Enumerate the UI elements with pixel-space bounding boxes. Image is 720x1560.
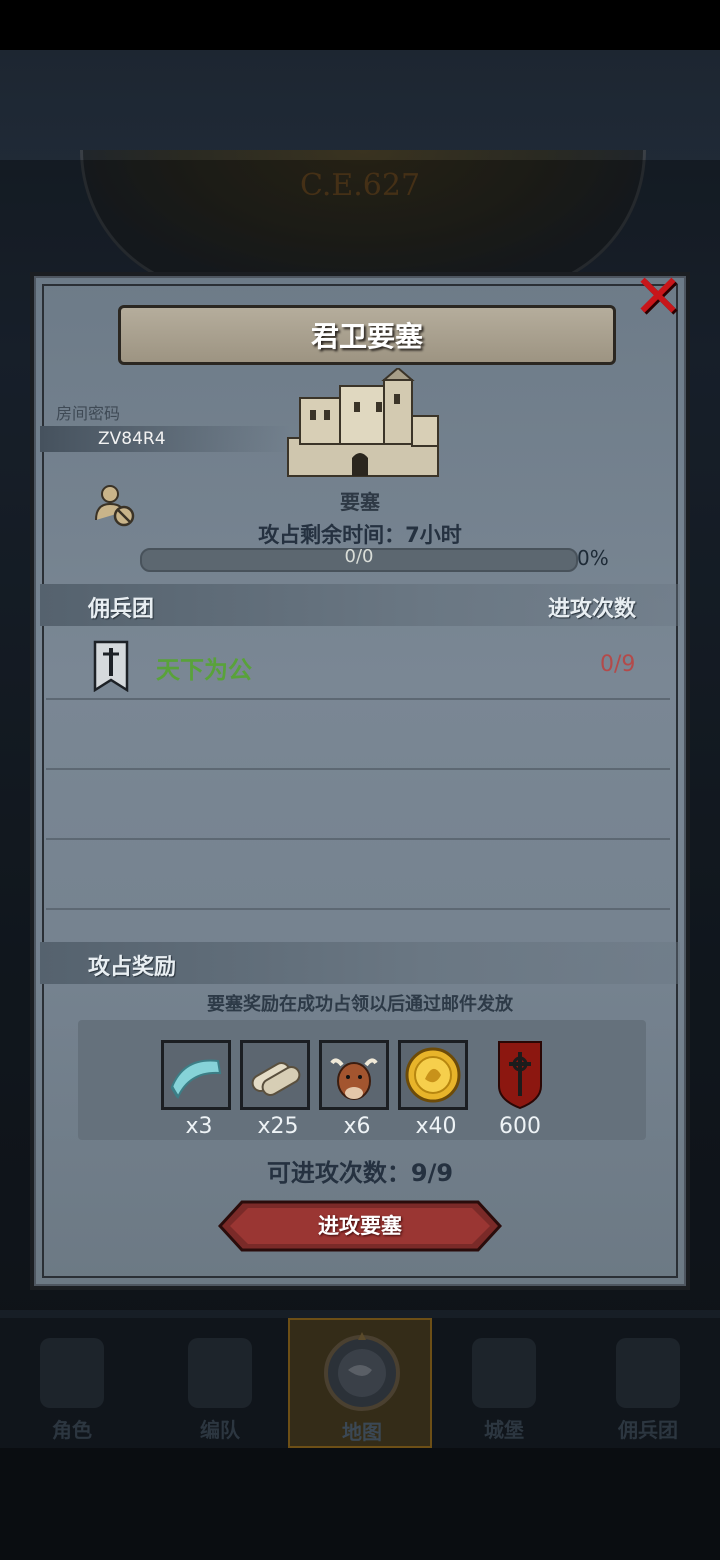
nav-item-map[interactable]: 地图 [288,1318,432,1448]
reward-qty: x6 [343,1114,371,1139]
available-attacks: 可进攻次数：9/9 [266,1159,454,1187]
fortress-type-label: 要塞 [340,490,380,514]
bottom-area [0,1448,720,1560]
nav-label: 编队 [200,1418,240,1442]
nav-label: 佣兵团 [618,1418,678,1442]
knight-icon [40,1338,104,1408]
empty-row [46,700,670,770]
reward-qty: 600 [499,1114,541,1139]
cloth-icon[interactable] [161,1040,231,1110]
dialog-title-plate: 君卫要塞 [118,305,616,365]
ox-icon[interactable] [319,1040,389,1110]
mercenary-header-label: 佣兵团 [88,597,155,622]
compass-map-icon [324,1332,400,1411]
reward-note: 要塞奖励在成功占领以后通过邮件发放 [207,994,513,1015]
room-code[interactable]: ZV84R4 [98,429,166,449]
nav-label: 角色 [52,1418,92,1442]
reward-qty: x40 [415,1114,457,1139]
status-bar [0,0,720,50]
nav-item-formation[interactable]: 编队 [148,1318,292,1448]
empty-row [46,770,670,840]
scroll-icon[interactable] [240,1040,310,1110]
reward-qty: x3 [185,1114,213,1139]
attack-fortress-label[interactable]: 进攻要塞 [218,1210,502,1240]
dialog-title: 君卫要塞 [310,320,423,353]
fortress-castle-icon [287,368,439,477]
attacks-header-label: 进攻次数 [548,597,637,622]
guild-attack-count: 0/9 [600,652,636,677]
nav-label: 地图 [342,1420,382,1444]
nav-label: 城堡 [484,1418,524,1442]
helmet-icon [188,1338,252,1408]
sword-banner-icon [93,640,129,692]
banner-emblem-icon[interactable] [497,1040,543,1110]
nav-item-castle[interactable]: 城堡 [432,1318,576,1448]
reward-qty: x25 [257,1114,299,1139]
reward-header-label: 攻占奖励 [88,955,177,980]
guild-row [46,630,670,700]
room-password-label: 房间密码 [56,404,121,423]
empty-row [46,840,670,910]
nav-item-character[interactable]: 角色 [0,1318,144,1448]
remaining-time: 攻占剩余时间：7小时 [258,523,462,547]
nav-item-mercenary[interactable]: 佣兵团 [576,1318,720,1448]
capture-progress-percent: 0% [577,546,609,570]
gold-coin-icon[interactable] [398,1040,468,1110]
mercenary-icon [616,1338,680,1408]
capture-progress-text: 0/0 [344,546,374,567]
guild-name[interactable]: 天下为公 [156,650,252,685]
castle-icon [472,1338,536,1408]
close-button[interactable]: ✕ [630,267,686,328]
